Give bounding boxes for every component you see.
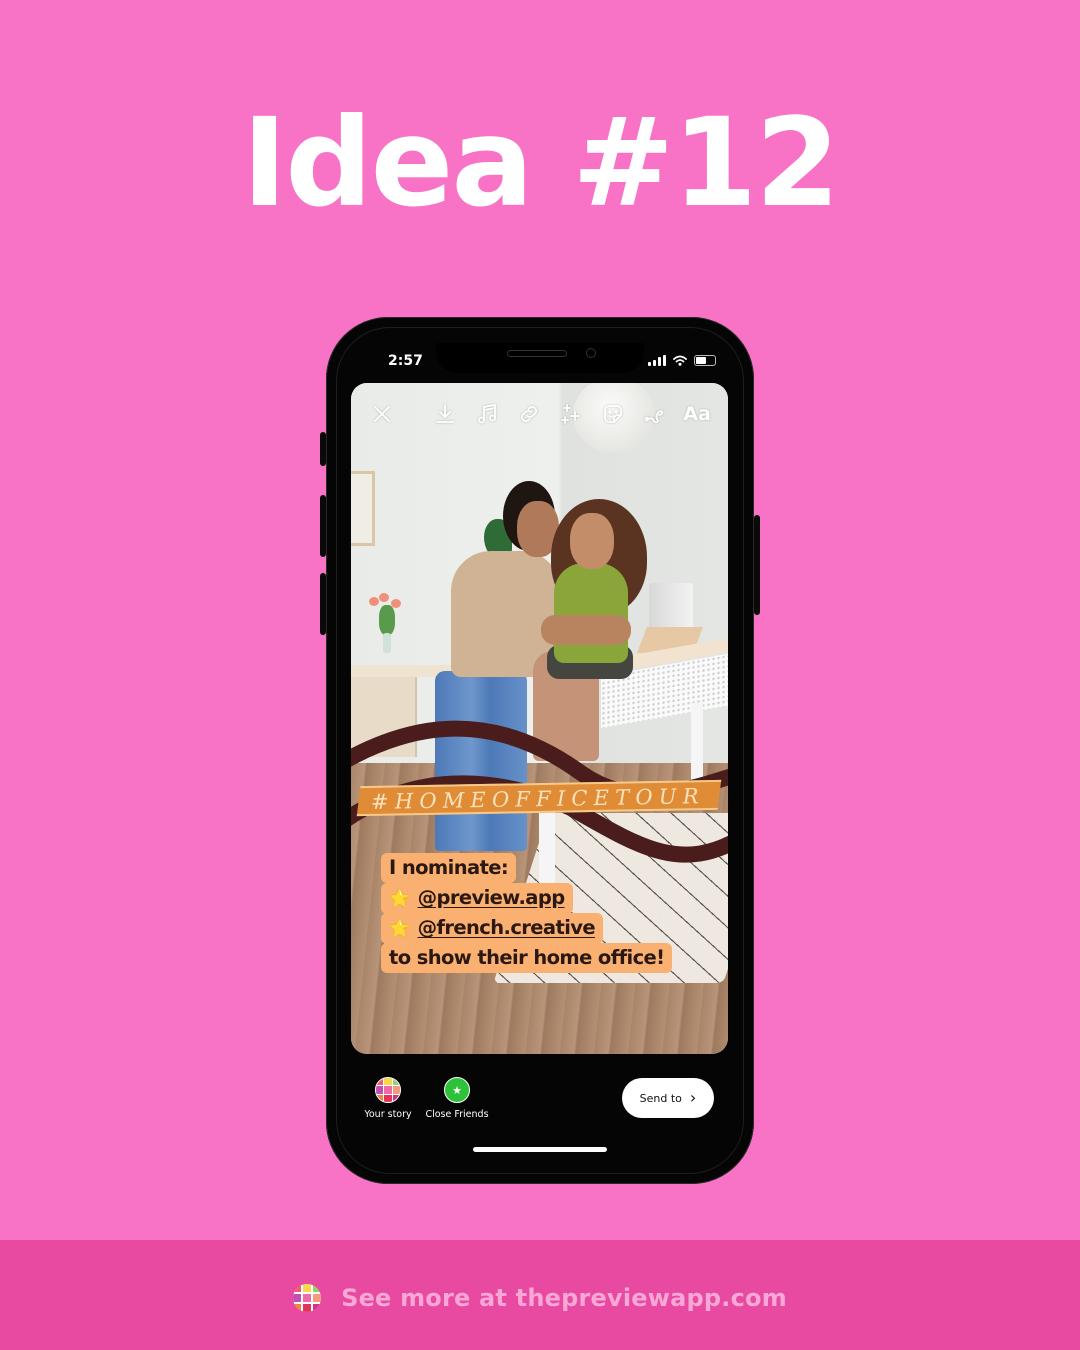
photo-girl-shirt	[554, 563, 628, 663]
story-canvas[interactable]: #HOMEOFFICETOUR I nominate: ⭐ @preview.ap…	[351, 383, 728, 1054]
story-toolbar: Aa	[351, 397, 728, 433]
home-indicator[interactable]	[473, 1147, 607, 1152]
cellular-signal-icon	[648, 355, 666, 366]
logo-cell	[384, 1078, 392, 1086]
nomination-line: ⭐ @preview.app	[381, 883, 573, 914]
share-your-story[interactable]: Your story	[362, 1077, 414, 1120]
phone-volume-up	[320, 495, 326, 557]
logo-cell	[293, 1303, 302, 1312]
send-to-label: Send to	[639, 1091, 682, 1105]
phone-mockup: 2:57 #HOMEOFFICETOUR I nominate: ⭐ @prev…	[320, 317, 760, 1184]
mention-preview-app[interactable]: @preview.app	[418, 886, 566, 909]
nomination-text[interactable]: I nominate: ⭐ @preview.app ⭐ @french.creat…	[381, 853, 673, 973]
logo-cell	[302, 1293, 312, 1303]
photo-frame	[351, 471, 375, 546]
phone-volume-down	[320, 573, 326, 635]
nomination-outro: to show their home office!	[381, 943, 673, 973]
logo-cell	[293, 1293, 302, 1303]
logo-cell	[302, 1303, 312, 1312]
link-button[interactable]	[512, 397, 546, 431]
logo-cell	[392, 1094, 400, 1102]
link-icon	[521, 406, 537, 422]
wifi-icon	[673, 355, 687, 366]
send-to-button[interactable]: Send to ›	[622, 1078, 714, 1118]
mention-french-creative[interactable]: @french.creative	[418, 916, 596, 939]
close-friends-star-icon: ★	[444, 1077, 470, 1103]
logo-cell	[384, 1094, 392, 1102]
notch	[436, 343, 644, 373]
logo-cell	[312, 1303, 322, 1312]
preview-app-logo-icon	[293, 1284, 322, 1312]
sticker-button[interactable]	[596, 397, 630, 431]
close-button[interactable]	[365, 397, 399, 431]
footer-link-text[interactable]: See more at thepreviewapp.com	[341, 1284, 787, 1312]
logo-cell	[293, 1284, 302, 1293]
status-time: 2:57	[388, 353, 423, 369]
text-tool-button[interactable]: Aa	[680, 397, 714, 431]
draw-button[interactable]	[638, 397, 672, 431]
effects-button[interactable]	[554, 397, 588, 431]
phone-silent-switch	[320, 432, 326, 466]
logo-cell	[384, 1086, 392, 1094]
logo-grid	[293, 1284, 322, 1312]
phone-power-button	[754, 515, 760, 615]
logo-cell	[376, 1094, 384, 1102]
hashtag-sticker[interactable]: #HOMEOFFICETOUR	[371, 781, 711, 817]
download-button[interactable]	[428, 397, 462, 431]
text-tool-label: Aa	[683, 403, 711, 425]
photo-flowers	[369, 593, 403, 653]
status-icons	[648, 355, 716, 366]
nomination-line: ⭐ @french.creative	[381, 913, 604, 944]
close-icon	[374, 406, 390, 422]
battery-level	[696, 357, 706, 364]
logo-cell	[376, 1086, 384, 1094]
your-story-grid-icon	[376, 1078, 400, 1102]
logo-cell	[302, 1284, 312, 1293]
footer-banner: See more at thepreviewapp.com	[0, 1240, 1080, 1350]
download-icon	[436, 404, 454, 423]
music-icon	[478, 404, 496, 424]
chevron-right-icon: ›	[689, 1088, 697, 1107]
logo-cell	[392, 1078, 400, 1086]
logo-cell	[376, 1078, 384, 1086]
sticker-icon	[604, 405, 622, 423]
front-camera	[586, 348, 596, 358]
logo-cell	[392, 1086, 400, 1094]
star-icon: ⭐	[389, 919, 410, 939]
music-button[interactable]	[470, 397, 504, 431]
star-icon: ⭐	[389, 889, 410, 909]
share-close-friends[interactable]: ★ Close Friends	[422, 1077, 492, 1120]
nomination-intro: I nominate:	[381, 853, 517, 883]
close-friends-label: Close Friends	[425, 1109, 489, 1120]
your-story-avatar	[375, 1077, 401, 1103]
battery-icon	[694, 355, 716, 366]
earpiece	[507, 350, 567, 357]
logo-cell	[312, 1284, 322, 1293]
draw-icon	[644, 410, 664, 424]
photo-girl-face	[570, 513, 614, 569]
logo-cell	[312, 1293, 322, 1303]
sparkles-icon	[561, 404, 580, 424]
photo-hug-arms	[541, 615, 631, 645]
your-story-label: Your story	[364, 1109, 412, 1120]
headline: Idea #12	[241, 92, 840, 234]
